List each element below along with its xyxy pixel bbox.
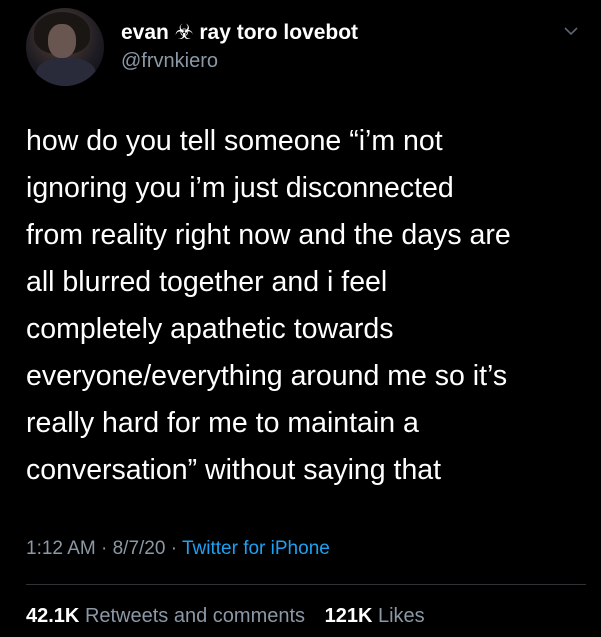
likes-label[interactable]: Likes xyxy=(378,605,425,627)
tweet-meta: 1:12 AM · 8/7/20 · Twitter for iPhone xyxy=(26,538,330,560)
tweet-text: how do you tell someone “i’m not ignorin… xyxy=(26,125,511,486)
tweet-time[interactable]: 1:12 AM xyxy=(26,538,96,559)
divider xyxy=(26,584,586,585)
user-names: evan ☣ ray toro lovebot @frvnkiero xyxy=(121,20,358,74)
chevron-down-icon[interactable] xyxy=(564,24,578,38)
display-name[interactable]: evan ☣ ray toro lovebot xyxy=(121,20,358,46)
retweets-count[interactable]: 42.1K xyxy=(26,605,79,627)
tweet-stats: 42.1K Retweets and comments 121K Likes xyxy=(26,605,425,628)
meta-separator: · xyxy=(101,538,108,559)
tweet-source[interactable]: Twitter for iPhone xyxy=(182,538,330,559)
meta-separator: · xyxy=(170,538,178,559)
tweet: evan ☣ ray toro lovebot @frvnkiero how d… xyxy=(0,0,601,637)
likes-count[interactable]: 121K xyxy=(325,605,373,627)
avatar-face xyxy=(48,24,76,58)
avatar[interactable] xyxy=(26,8,104,86)
user-handle[interactable]: @frvnkiero xyxy=(121,48,358,74)
tweet-date[interactable]: 8/7/20 xyxy=(113,538,166,559)
avatar-body xyxy=(36,58,96,86)
retweets-label[interactable]: Retweets and comments xyxy=(85,605,305,627)
tweet-header: evan ☣ ray toro lovebot @frvnkiero xyxy=(26,8,586,86)
